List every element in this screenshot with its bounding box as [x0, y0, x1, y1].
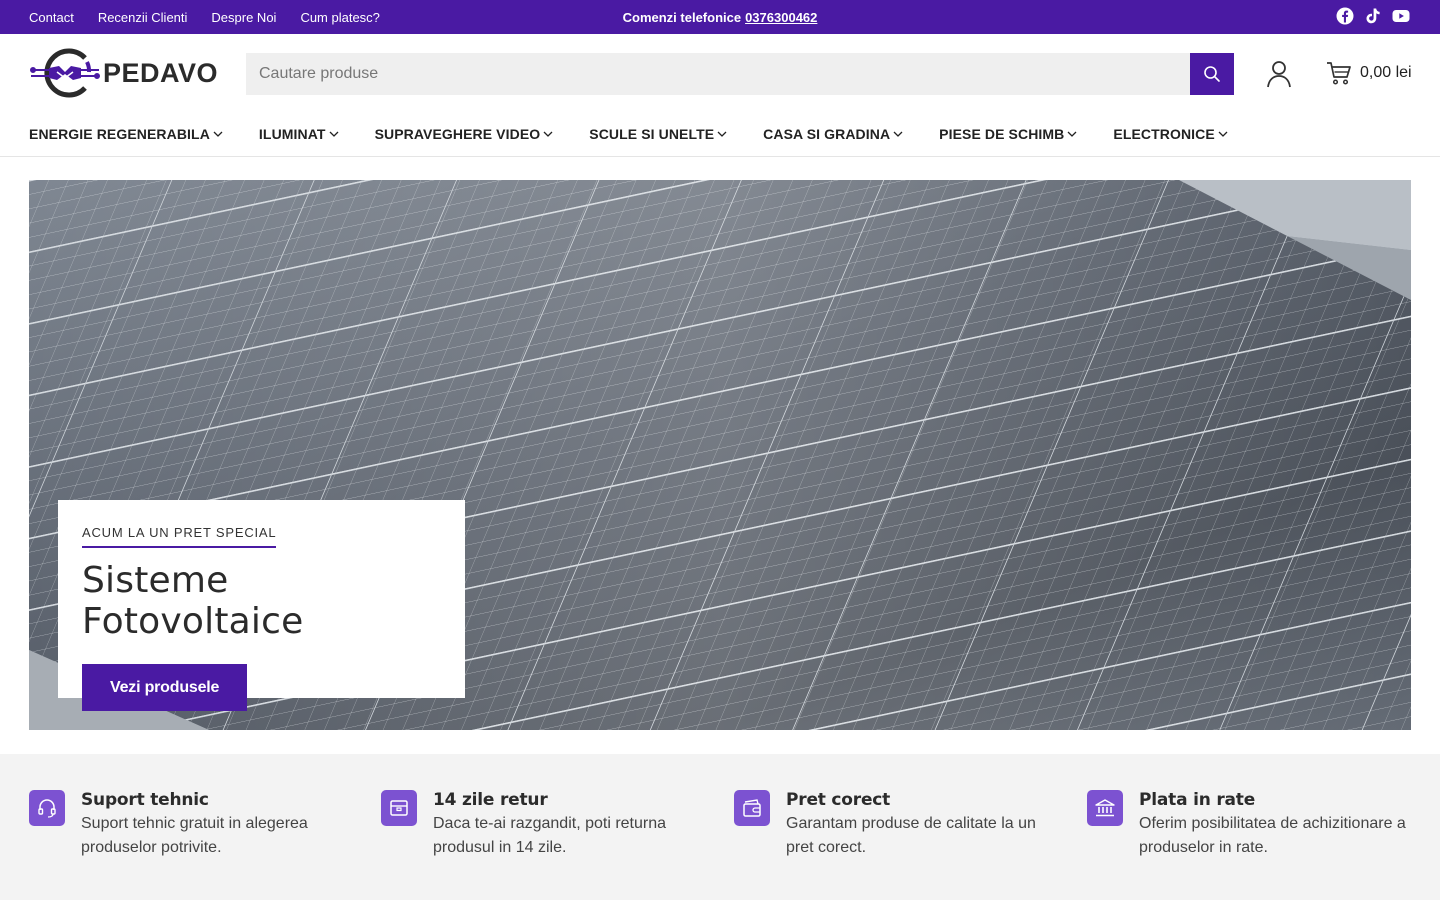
- top-bar: Contact Recenzii Clienti Despre Noi Cum …: [0, 0, 1440, 34]
- logo-mark-icon: [30, 48, 100, 98]
- top-links: Contact Recenzii Clienti Despre Noi Cum …: [29, 0, 380, 34]
- top-link-reviews[interactable]: Recenzii Clienti: [98, 10, 188, 25]
- nav-item-scule[interactable]: SCULE SI UNELTE: [589, 126, 727, 142]
- nav-item-label: PIESE DE SCHIMB: [939, 126, 1065, 142]
- nav-item-label: SUPRAVEGHERE VIDEO: [374, 126, 541, 142]
- cart-button[interactable]: 0,00 lei: [1326, 60, 1412, 86]
- search-button[interactable]: [1190, 53, 1234, 95]
- facebook-icon[interactable]: [1336, 7, 1354, 25]
- feature-title: Plata in rate: [1139, 790, 1256, 810]
- phone-label: Comenzi telefonice: [622, 9, 742, 25]
- feature-support: Suport tehnic Suport tehnic gratuit in a…: [29, 790, 359, 860]
- feature-title: Pret corect: [786, 790, 891, 810]
- tiktok-icon[interactable]: [1364, 7, 1382, 25]
- logo[interactable]: PEDAVO: [29, 48, 219, 98]
- feature-title: Suport tehnic: [81, 790, 209, 810]
- chevron-down-icon: [717, 130, 727, 138]
- nav-item-label: ELECTRONICE: [1113, 126, 1215, 142]
- chevron-down-icon: [543, 130, 553, 138]
- feature-desc: Oferim posibilitatea de achizitionare a …: [1139, 815, 1406, 856]
- headset-icon: [29, 790, 65, 826]
- search-icon: [1204, 66, 1220, 82]
- chevron-down-icon: [329, 130, 339, 138]
- chevron-down-icon: [213, 130, 223, 138]
- features-strip: Suport tehnic Suport tehnic gratuit in a…: [0, 754, 1440, 900]
- phone-number-link[interactable]: 0376300462: [745, 10, 817, 25]
- social-links: [1336, 7, 1410, 25]
- nav-item-energie[interactable]: ENERGIE REGENERABILA: [29, 126, 223, 142]
- wallet-icon: [734, 790, 770, 826]
- user-icon: [1267, 61, 1291, 88]
- nav-item-supraveghere[interactable]: SUPRAVEGHERE VIDEO: [375, 126, 554, 142]
- chevron-down-icon: [1067, 130, 1077, 138]
- hero-card: ACUM LA UN PRET SPECIAL Sisteme Fotovolt…: [58, 500, 465, 711]
- youtube-icon[interactable]: [1392, 7, 1410, 25]
- hero-eyebrow: ACUM LA UN PRET SPECIAL: [82, 525, 277, 548]
- feature-title: 14 zile retur: [433, 790, 548, 810]
- nav-item-label: CASA SI GRADINA: [763, 126, 891, 142]
- feature-desc: Daca te-ai razgandit, poti returna produ…: [433, 815, 667, 856]
- box-icon: [381, 790, 417, 826]
- account-button[interactable]: [1266, 60, 1292, 88]
- chevron-down-icon: [893, 130, 903, 138]
- feature-desc: Garantam produse de calitate la un pret …: [786, 815, 1036, 856]
- top-link-payment[interactable]: Cum platesc?: [300, 10, 379, 25]
- feature-price: Pret corect Garantam produse de calitate…: [734, 790, 1064, 860]
- hero-cta-button[interactable]: Vezi produsele: [82, 664, 248, 711]
- main-nav: ENERGIE REGENERABILA ILUMINAT SUPRAVEGHE…: [0, 114, 1440, 157]
- hero-banner[interactable]: ACUM LA UN PRET SPECIAL Sisteme Fotovolt…: [29, 180, 1411, 730]
- nav-item-casa[interactable]: CASA SI GRADINA: [763, 126, 903, 142]
- search-bar: [246, 53, 1234, 95]
- nav-item-label: SCULE SI UNELTE: [589, 126, 715, 142]
- nav-item-piese[interactable]: PIESE DE SCHIMB: [939, 126, 1077, 142]
- nav-item-electronice[interactable]: ELECTRONICE: [1113, 126, 1228, 142]
- cart-icon: [1327, 62, 1351, 85]
- nav-item-label: ILUMINAT: [258, 126, 326, 142]
- nav-item-label: ENERGIE REGENERABILA: [29, 126, 210, 142]
- top-link-about[interactable]: Despre Noi: [211, 10, 276, 25]
- logo-text: PEDAVO: [103, 57, 219, 88]
- search-input[interactable]: [246, 53, 1190, 95]
- cart-total: 0,00 lei: [1360, 64, 1412, 81]
- bank-icon: [1087, 790, 1123, 826]
- hero-title: Sisteme Fotovoltaice: [82, 560, 304, 642]
- chevron-down-icon: [1218, 130, 1228, 138]
- feature-desc: Suport tehnic gratuit in alegerea produs…: [81, 815, 308, 856]
- top-link-contact[interactable]: Contact: [29, 10, 74, 25]
- feature-installments: Plata in rate Oferim posibilitatea de ac…: [1087, 790, 1417, 860]
- site-header: PEDAVO 0,00 lei: [0, 34, 1440, 114]
- nav-item-iluminat[interactable]: ILUMINAT: [259, 126, 339, 142]
- feature-return: 14 zile retur Daca te-ai razgandit, poti…: [381, 790, 711, 860]
